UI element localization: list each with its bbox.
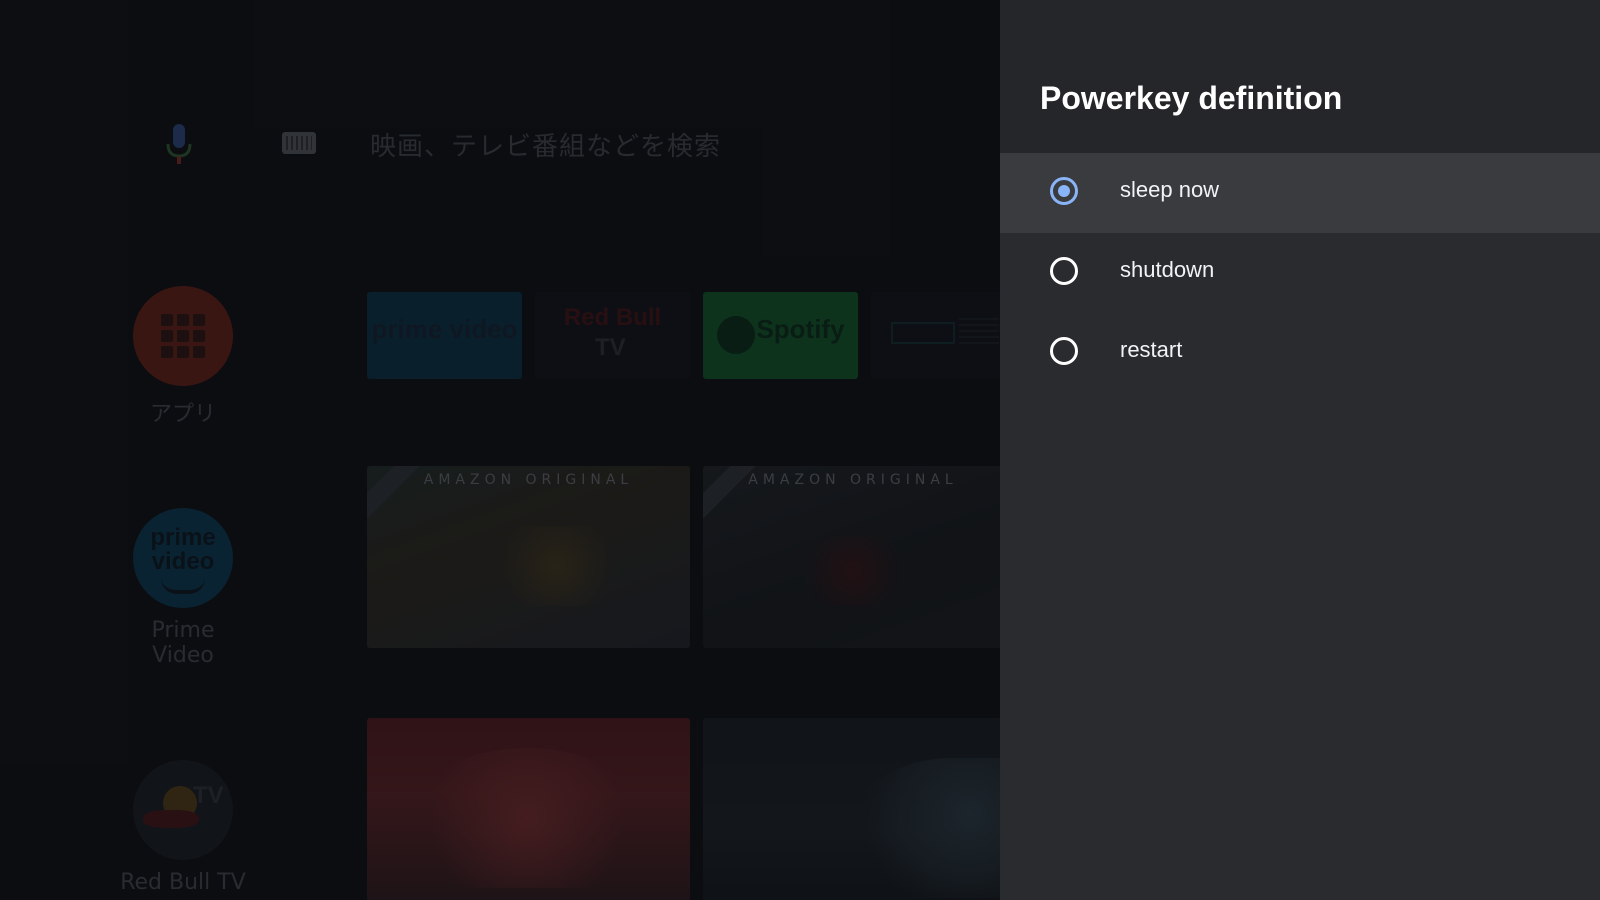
app-tile-prime-video[interactable]: prime video [367, 292, 522, 379]
option-label: shutdown [1120, 257, 1215, 282]
left-item-prime-video[interactable]: prime video Prime Video [118, 508, 248, 668]
option-restart[interactable]: restart [1000, 313, 1600, 393]
red-bull-tv-icon: TV [133, 760, 233, 860]
tunein-logo [891, 322, 955, 344]
search-input[interactable]: 映画、テレビ番組などを検索 [370, 126, 721, 163]
content-card[interactable]: AMAZON ORIGINAL [703, 466, 1000, 648]
apps-grid-icon [133, 286, 233, 386]
option-label: sleep now [1120, 177, 1220, 202]
option-shutdown[interactable]: shutdown [1000, 233, 1600, 313]
radio-unselected-icon[interactable] [1050, 337, 1078, 365]
powerkey-dialog: Powerkey definition sleep now shutdown r… [1000, 0, 1600, 900]
mic-icon[interactable] [162, 122, 196, 166]
left-item-label: アプリ [149, 402, 216, 427]
dialog-header: Powerkey definition [1000, 0, 1600, 153]
left-item-red-bull-tv[interactable]: TV Red Bull TV [118, 760, 248, 895]
option-sleep-now[interactable]: sleep now [1000, 153, 1600, 233]
prime-video-icon: prime video [133, 508, 233, 608]
app-tile-spotify[interactable]: Spotify [703, 292, 858, 379]
home-screen: 映画、テレビ番組などを検索 アプリ prime video Prime Video… [0, 0, 1000, 900]
app-tile-red-bull-tv[interactable]: Red Bull TV [535, 292, 690, 379]
keyboard-icon[interactable] [282, 132, 316, 154]
content-card[interactable] [703, 718, 1000, 900]
left-item-label: Red Bull TV [120, 870, 246, 895]
radio-unselected-icon[interactable] [1050, 257, 1078, 285]
dialog-title: Powerkey definition [1040, 80, 1343, 116]
left-item-apps[interactable]: アプリ [118, 286, 248, 428]
radio-selected-icon[interactable] [1050, 177, 1078, 205]
content-card[interactable]: AMAZON ORIGINAL [367, 466, 690, 648]
content-card[interactable] [367, 718, 690, 900]
option-label: restart [1120, 337, 1183, 362]
left-item-label: Prime Video [151, 618, 215, 668]
app-tile-tunein[interactable] [871, 292, 1000, 379]
